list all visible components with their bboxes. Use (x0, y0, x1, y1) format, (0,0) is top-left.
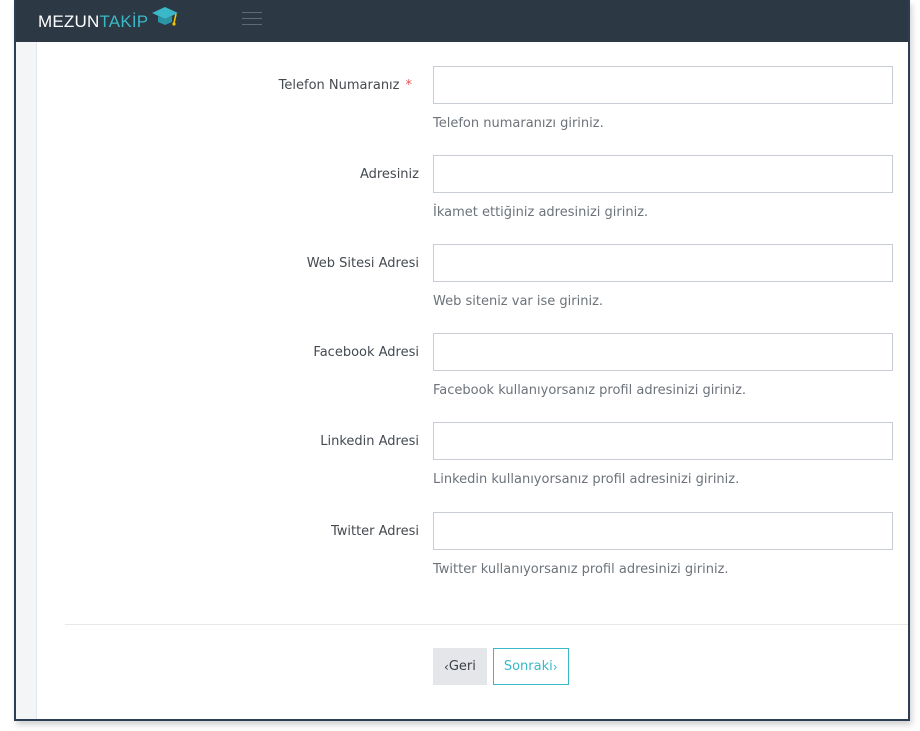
required-asterisk: * (405, 78, 413, 93)
hamburger-menu-icon[interactable] (242, 12, 262, 28)
brand-text-takip: TAKİP (99, 12, 149, 31)
graduation-cap-icon (152, 7, 179, 26)
facebook-help-text: Facebook kullanıyorsanız profil adresini… (433, 383, 747, 398)
form-panel: Telefon Numaranız * Telefon numaranızı gi… (36, 42, 908, 719)
linkedin-label: Linkedin Adresi (320, 434, 419, 449)
back-button-label: Geri (448, 659, 476, 674)
twitter-help-text: Twitter kullanıyorsanız profil adresiniz… (433, 562, 729, 577)
phone-help-text: Telefon numaranızı giriniz. (433, 116, 604, 131)
address-input[interactable] (433, 155, 893, 193)
phone-label-text: Telefon Numaranız (278, 78, 400, 93)
facebook-label: Facebook Adresi (313, 345, 419, 360)
twitter-label: Twitter Adresi (330, 524, 419, 539)
linkedin-help-text: Linkedin kullanıyorsanız profil adresini… (433, 472, 740, 487)
website-label: Web Sitesi Adresi (306, 256, 419, 271)
brand-text-mezun: MEZUN (38, 12, 100, 31)
form-divider (65, 624, 908, 625)
next-button[interactable]: Sonraki › (492, 648, 569, 685)
address-label: Adresiniz (359, 167, 419, 182)
address-help-text: İkamet ettiğiniz adresinizi giriniz. (433, 205, 649, 220)
top-navbar: MEZUN TAKİP (16, 0, 908, 42)
back-button[interactable]: ‹ Geri (433, 648, 487, 685)
website-input[interactable] (433, 244, 893, 282)
linkedin-input[interactable] (433, 422, 893, 460)
facebook-input[interactable] (433, 333, 893, 371)
wizard-actions: ‹ Geri Sonraki › (433, 648, 569, 685)
website-help-text: Web siteniz var ise giriniz. (433, 294, 604, 309)
twitter-input[interactable] (433, 512, 893, 550)
phone-label: Telefon Numaranız * (279, 78, 412, 93)
next-button-label: Sonraki (503, 659, 553, 674)
app-window: MEZUN TAKİP Telefon Numaranız * Telefon n… (14, 0, 910, 721)
phone-input[interactable] (433, 66, 893, 104)
brand-logo[interactable]: MEZUN TAKİP (38, 7, 180, 35)
chevron-right-icon: › (552, 659, 558, 674)
